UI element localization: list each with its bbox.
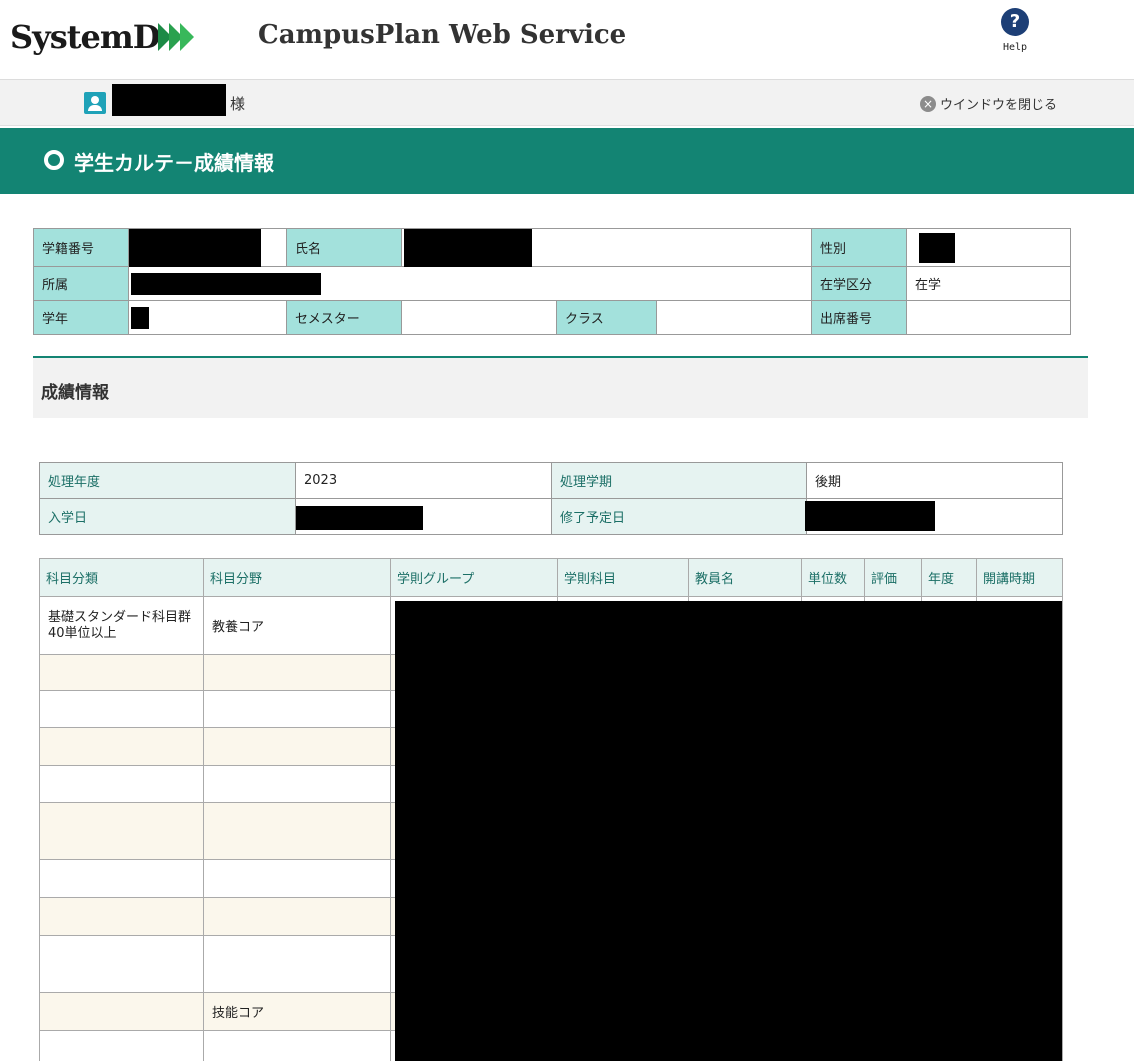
expected-completion-label: 修了予定日 [551, 498, 807, 535]
process-year-value: 2023 [295, 462, 552, 499]
circle-icon [44, 150, 64, 170]
admission-date-value [295, 498, 552, 535]
year-label: 学年 [33, 300, 129, 335]
service-title: CampusPlan Web Service [258, 20, 627, 50]
expected-completion-value [805, 498, 1063, 535]
redacted-user-name [112, 84, 226, 116]
grades-section-title: 成績情報 [41, 383, 109, 403]
grades-section-header: 成績情報 [33, 356, 1088, 418]
process-year-label: 処理年度 [39, 462, 296, 499]
systemd-logo: SystemD [10, 12, 195, 62]
process-term-value: 後期 [806, 462, 1063, 499]
subject-category-cell: 基礎スタンダード科目群40単位以上 [39, 596, 204, 655]
column-header: 学則グループ [390, 558, 558, 597]
class-value [655, 300, 813, 335]
name-value [400, 228, 813, 267]
close-window-link[interactable]: × ウインドウを閉じる [920, 94, 1057, 113]
enrollment-status-value: 在学 [906, 266, 1072, 301]
attendance-no-value [906, 300, 1072, 335]
name-label: 氏名 [286, 228, 402, 267]
subject-category-cell [39, 727, 204, 766]
subject-category-cell [39, 935, 204, 993]
process-term-label: 処理学期 [551, 462, 807, 499]
subject-category-cell [39, 1030, 204, 1061]
column-header: 年度 [921, 558, 977, 597]
logo-arrows-icon [158, 23, 195, 51]
subject-field-cell [203, 765, 391, 803]
subject-field-cell: 教養コア [203, 596, 391, 655]
column-header: 単位数 [801, 558, 865, 597]
redacted-grades-block [395, 601, 1062, 1061]
subject-field-cell [203, 690, 391, 728]
subject-field-cell [203, 897, 391, 936]
subject-field-cell [203, 802, 391, 860]
subject-category-cell [39, 654, 204, 691]
subject-field-cell [203, 935, 391, 993]
student-id-label: 学籍番号 [33, 228, 129, 267]
subject-field-cell [203, 654, 391, 691]
column-header: 学則科目 [557, 558, 689, 597]
affiliation-label: 所属 [33, 266, 129, 301]
column-header: 教員名 [688, 558, 802, 597]
affiliation-value [127, 266, 813, 301]
subject-field-cell: 技能コア [203, 992, 391, 1031]
gender-value [906, 228, 1072, 267]
user-icon [84, 92, 106, 114]
year-value [128, 300, 287, 335]
process-info-table: 処理年度 2023 処理学期 後期 入学日 修了予定日 [39, 462, 1063, 535]
page-title-bar: 学生カルテ－成績情報 [0, 128, 1134, 194]
column-header: 評価 [864, 558, 922, 597]
help-button[interactable]: ? Help [990, 8, 1040, 68]
column-header: 科目分野 [203, 558, 391, 597]
app-header: SystemD CampusPlan Web Service ? Help [0, 0, 1134, 80]
admission-date-label: 入学日 [39, 498, 296, 535]
page-title: 学生カルテ－成績情報 [74, 151, 274, 175]
subject-field-cell [203, 1030, 391, 1061]
help-label: Help [1002, 42, 1028, 53]
semester-value [401, 300, 557, 335]
close-icon: × [920, 95, 936, 112]
close-window-label: ウインドウを閉じる [940, 98, 1058, 113]
subject-category-cell [39, 690, 204, 728]
subject-category-cell [39, 859, 204, 898]
column-header: 開講時期 [976, 558, 1063, 597]
enrollment-status-label: 在学区分 [811, 266, 908, 301]
semester-label: セメスター [286, 300, 402, 335]
column-header: 科目分類 [39, 558, 204, 597]
student-info-table: 学籍番号 氏名 性別 所属 在学区分 在学 学年 セメスター クラス 出席番号 [33, 228, 1072, 335]
gender-label: 性別 [811, 228, 908, 267]
subject-category-cell [39, 897, 204, 936]
student-id-value [128, 228, 287, 267]
class-label: クラス [556, 300, 657, 335]
help-icon: ? [1001, 8, 1029, 36]
user-honorific: 様 [230, 95, 246, 113]
subject-category-cell [39, 992, 204, 1031]
user-bar: 様 × ウインドウを閉じる [0, 80, 1134, 126]
subject-category-cell [39, 765, 204, 803]
subject-field-cell [203, 859, 391, 898]
attendance-no-label: 出席番号 [811, 300, 908, 335]
subject-category-cell [39, 802, 204, 860]
logo-text: SystemD [10, 18, 160, 56]
subject-field-cell [203, 727, 391, 766]
